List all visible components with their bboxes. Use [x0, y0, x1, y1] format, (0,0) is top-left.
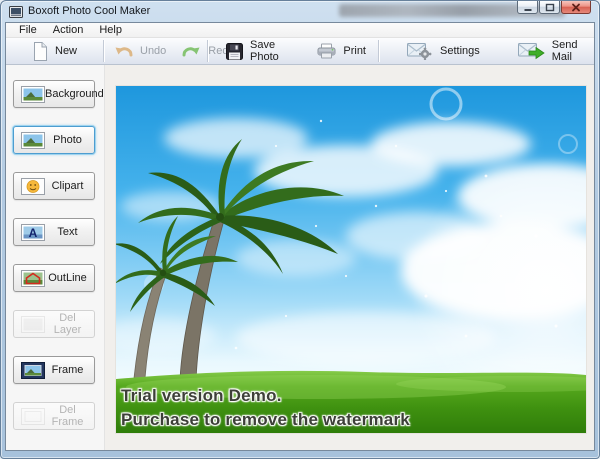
sidebar-label: Del Layer [45, 312, 94, 336]
sidebar-label: Frame [45, 364, 94, 376]
content-row: Background Photo [6, 65, 594, 450]
trial-watermark: Trial version Demo. Purchase to remove t… [121, 384, 410, 432]
save-photo-label: Save Photo [250, 39, 287, 63]
app-window: Boxoft Photo Cool Maker File Action Help [0, 0, 600, 459]
new-button[interactable]: New [20, 38, 89, 64]
envelope-send-icon [518, 42, 545, 60]
new-label: New [55, 45, 77, 57]
undo-button: Undo [106, 38, 174, 64]
close-icon [571, 3, 581, 12]
sidebar-button-del-frame: Del Frame [13, 402, 95, 430]
menu-action[interactable]: Action [46, 23, 91, 37]
sidebar-button-frame[interactable]: Frame [13, 356, 95, 384]
settings-label: Settings [440, 45, 480, 57]
blank-page-icon [32, 42, 48, 61]
svg-text:A: A [29, 226, 38, 240]
smiley-clipart-icon [21, 178, 45, 195]
sidebar-label: Background [45, 88, 108, 100]
maximize-button[interactable] [539, 1, 560, 14]
menu-help[interactable]: Help [92, 23, 129, 37]
sidebar-button-outline[interactable]: OutLine [13, 264, 95, 292]
send-mail-button[interactable]: Send Mail [506, 38, 594, 64]
undo-label: Undo [140, 45, 166, 57]
canvas-image[interactable]: Trial version Demo. Purchase to remove t… [116, 86, 586, 433]
landscape-photo-icon [21, 86, 45, 103]
title-bar: Boxoft Photo Cool Maker [1, 1, 599, 22]
sidebar-label: Photo [45, 134, 94, 146]
send-mail-label: Send Mail [552, 39, 582, 63]
faded-frame-icon [21, 408, 45, 425]
sidebar-button-background[interactable]: Background [13, 80, 95, 108]
landscape-photo-icon [21, 132, 45, 149]
sidebar-button-clipart[interactable]: Clipart [13, 172, 95, 200]
minimize-icon [523, 3, 533, 12]
window-title: Boxoft Photo Cool Maker [28, 5, 150, 17]
red-outline-icon [21, 270, 45, 287]
print-label: Print [343, 45, 366, 57]
sidebar: Background Photo [6, 65, 105, 450]
letter-a-icon: A [21, 224, 45, 241]
watermark-line-2: Purchase to remove the watermark [121, 408, 410, 432]
client-area: File Action Help New [5, 22, 595, 451]
settings-button[interactable]: Settings [395, 38, 492, 64]
sidebar-label: OutLine [45, 272, 94, 284]
faded-layer-icon [21, 316, 45, 333]
redo-arrow-icon [182, 44, 201, 58]
watermark-line-1: Trial version Demo. [121, 384, 410, 408]
sidebar-label: Clipart [45, 180, 94, 192]
minimize-button[interactable] [517, 1, 538, 14]
maximize-icon [545, 3, 555, 12]
sidebar-button-del-layer: Del Layer [13, 310, 95, 338]
sidebar-button-text[interactable]: A Text [13, 218, 95, 246]
toolbar: New Undo [6, 38, 594, 65]
sidebar-button-photo[interactable]: Photo [13, 126, 95, 154]
floppy-disk-icon [226, 43, 243, 60]
menu-bar: File Action Help [6, 23, 594, 38]
undo-arrow-icon [114, 44, 133, 58]
envelope-gear-icon [407, 42, 433, 60]
menu-file[interactable]: File [12, 23, 44, 37]
save-photo-button[interactable]: Save Photo [214, 38, 299, 64]
main-panel: Trial version Demo. Purchase to remove t… [105, 65, 594, 450]
tropical-scene [116, 86, 586, 433]
close-button[interactable] [561, 1, 591, 14]
print-button[interactable]: Print [305, 38, 378, 64]
app-icon [9, 6, 23, 18]
picture-frame-icon [21, 362, 45, 379]
caption-buttons [516, 1, 591, 14]
sidebar-label: Del Frame [45, 404, 94, 428]
sidebar-label: Text [45, 226, 94, 238]
printer-icon [317, 43, 336, 59]
